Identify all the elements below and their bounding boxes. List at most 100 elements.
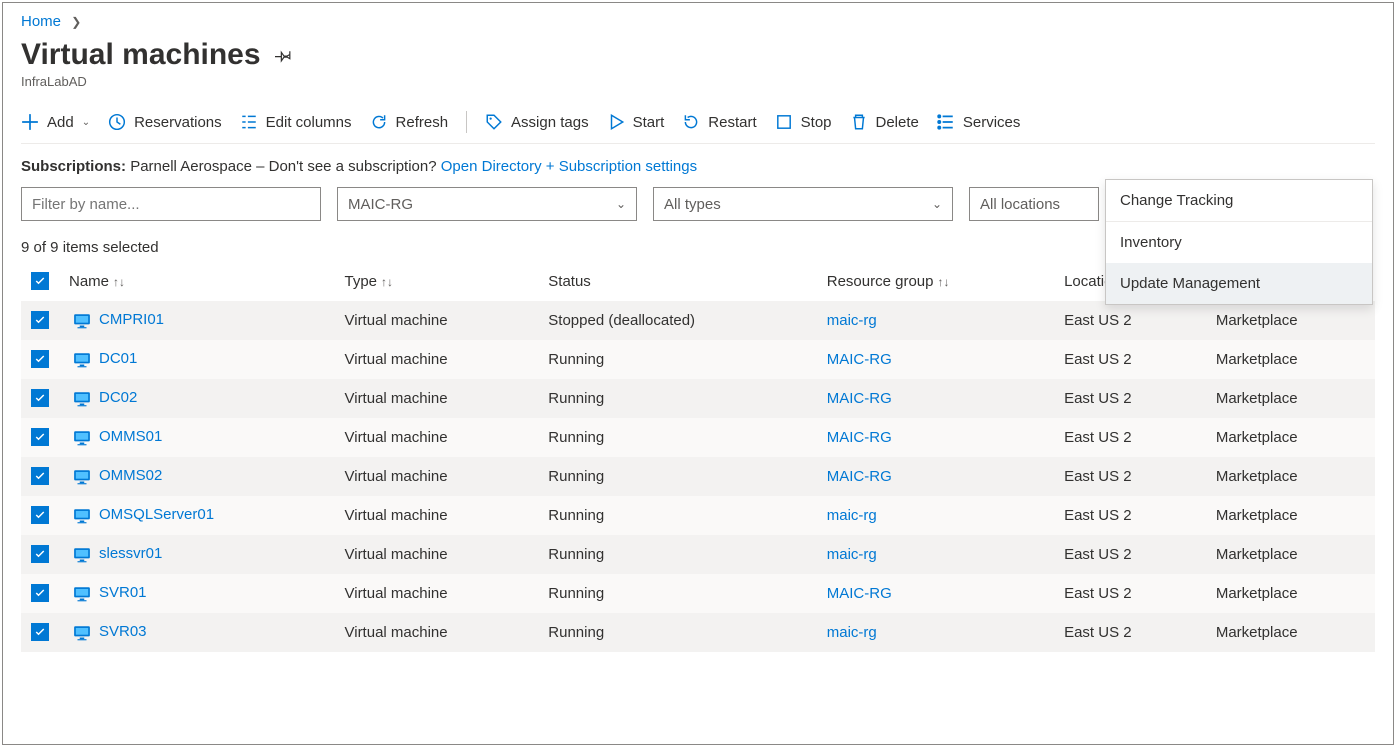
row-checkbox[interactable] — [31, 467, 49, 485]
cell-status: Running — [540, 496, 818, 535]
row-checkbox[interactable] — [31, 311, 49, 329]
assign-tags-button[interactable]: Assign tags — [485, 113, 589, 131]
vm-name-link[interactable]: OMSQLServer01 — [99, 506, 214, 523]
reservations-button[interactable]: Reservations — [108, 113, 222, 131]
menu-update-management[interactable]: Update Management — [1106, 263, 1372, 304]
breadcrumb-home[interactable]: Home — [21, 13, 61, 30]
table-row[interactable]: OMSQLServer01Virtual machineRunningmaic-… — [21, 496, 1375, 535]
col-type[interactable]: Type↑↓ — [337, 264, 541, 301]
vm-icon — [73, 546, 91, 564]
row-checkbox[interactable] — [31, 506, 49, 524]
stop-icon — [775, 113, 793, 131]
resource-group-link[interactable]: maic-rg — [827, 624, 877, 641]
delete-button[interactable]: Delete — [850, 113, 919, 131]
cell-type: Virtual machine — [337, 340, 541, 379]
cell-location: East US 2 — [1056, 379, 1208, 418]
services-button[interactable]: Services — [937, 113, 1021, 131]
cell-status: Running — [540, 613, 818, 652]
type-filter[interactable]: All types⌄ — [653, 187, 953, 221]
row-checkbox[interactable] — [31, 584, 49, 602]
row-checkbox[interactable] — [31, 545, 49, 563]
subscriptions-link[interactable]: Open Directory + Subscription settings — [441, 158, 697, 175]
resource-group-link[interactable]: maic-rg — [827, 546, 877, 563]
vm-name-link[interactable]: SVR03 — [99, 623, 147, 640]
edit-columns-button[interactable]: Edit columns — [240, 113, 352, 131]
menu-inventory[interactable]: Inventory — [1106, 222, 1372, 263]
table-row[interactable]: DC02Virtual machineRunningMAIC-RGEast US… — [21, 379, 1375, 418]
table-row[interactable]: SVR01 Virtual machineRunning MAIC-RG East U… — [21, 574, 1375, 613]
cell-location: East US 2 — [1056, 418, 1208, 457]
refresh-label: Refresh — [396, 114, 449, 131]
row-checkbox[interactable] — [31, 389, 49, 407]
resource-group-link[interactable]: MAIC-RG — [827, 390, 892, 407]
stop-label: Stop — [801, 114, 832, 131]
select-all-checkbox[interactable] — [31, 272, 49, 290]
rg-filter-value: MAIC-RG — [348, 196, 413, 213]
name-filter-input[interactable] — [21, 187, 321, 221]
restart-icon — [682, 113, 700, 131]
cell-type: Virtual machine — [337, 379, 541, 418]
col-rg[interactable]: Resource group↑↓ — [819, 264, 1056, 301]
vm-name-link[interactable]: OMMS01 — [99, 428, 162, 445]
cell-location: East US 2 — [1056, 574, 1208, 613]
refresh-button[interactable]: Refresh — [370, 113, 449, 131]
resource-group-filter[interactable]: MAIC-RG⌄ — [337, 187, 637, 221]
sort-icon: ↑↓ — [381, 275, 393, 289]
menu-change-tracking[interactable]: Change Tracking — [1106, 180, 1372, 222]
cell-status: Running — [540, 574, 818, 613]
resource-group-link[interactable]: MAIC-RG — [827, 468, 892, 485]
subscriptions-label: Subscriptions: — [21, 158, 126, 175]
table-row[interactable]: OMMS01Virtual machineRunningMAIC-RGEast … — [21, 418, 1375, 457]
cell-source: Marketplace — [1208, 457, 1375, 496]
cell-status: Stopped (deallocated) — [540, 301, 818, 340]
add-label: Add — [47, 114, 74, 131]
stop-button[interactable]: Stop — [775, 113, 832, 131]
pin-icon[interactable] — [275, 46, 293, 64]
toolbar-divider — [466, 111, 467, 133]
col-name[interactable]: Name↑↓ — [61, 264, 337, 301]
cell-type: Virtual machine — [337, 613, 541, 652]
table-row[interactable]: OMMS02Virtual machineRunningMAIC-RGEast … — [21, 457, 1375, 496]
cell-source: Marketplace — [1208, 340, 1375, 379]
sort-icon: ↑↓ — [113, 275, 125, 289]
vm-name-link[interactable]: DC02 — [99, 389, 137, 406]
vm-icon — [73, 390, 91, 408]
vm-table: Name↑↓ Type↑↓ Status Resource group↑↓ Lo… — [21, 264, 1375, 652]
cell-status: Running — [540, 535, 818, 574]
vm-icon — [73, 585, 91, 603]
resource-group-link[interactable]: maic-rg — [827, 507, 877, 524]
vm-name-link[interactable]: CMPRI01 — [99, 311, 164, 328]
resource-group-link[interactable]: MAIC-RG — [827, 429, 892, 446]
table-row[interactable]: DC01Virtual machineRunningMAIC-RGEast US… — [21, 340, 1375, 379]
toolbar: Add ⌄ Reservations Edit columns Refresh … — [21, 111, 1375, 144]
row-checkbox[interactable] — [31, 350, 49, 368]
vm-name-link[interactable]: OMMS02 — [99, 467, 162, 484]
table-row[interactable]: CMPRI01Virtual machineStopped (deallocat… — [21, 301, 1375, 340]
col-status[interactable]: Status — [540, 264, 818, 301]
cell-source: Marketplace — [1208, 301, 1375, 340]
vm-name-link[interactable]: SVR01 — [99, 584, 147, 601]
location-filter[interactable]: All locations — [969, 187, 1099, 221]
plus-icon — [21, 113, 39, 131]
add-button[interactable]: Add ⌄ — [21, 113, 90, 131]
cell-type: Virtual machine — [337, 574, 541, 613]
vm-name-link[interactable]: DC01 — [99, 350, 137, 367]
resource-group-link[interactable]: maic-rg — [827, 312, 877, 329]
subscriptions-text: Parnell Aerospace – Don't see a subscrip… — [130, 158, 436, 175]
subscriptions-bar: Subscriptions: Parnell Aerospace – Don't… — [21, 158, 1375, 175]
resource-group-link[interactable]: MAIC-RG — [827, 351, 892, 368]
type-filter-value: All types — [664, 196, 721, 213]
vm-name-link[interactable]: slessvr01 — [99, 545, 162, 562]
row-checkbox[interactable] — [31, 428, 49, 446]
cell-location: East US 2 — [1056, 613, 1208, 652]
start-button[interactable]: Start — [607, 113, 665, 131]
resource-group-link[interactable]: MAIC-RG — [827, 585, 892, 602]
table-row[interactable]: slessvr01Virtual machineRunningmaic-rgEa… — [21, 535, 1375, 574]
cell-type: Virtual machine — [337, 535, 541, 574]
cell-location: East US 2 — [1056, 340, 1208, 379]
columns-icon — [240, 113, 258, 131]
cell-status: Running — [540, 457, 818, 496]
row-checkbox[interactable] — [31, 623, 49, 641]
table-row[interactable]: SVR03 Virtual machineRunning maic-rg East U… — [21, 613, 1375, 652]
restart-button[interactable]: Restart — [682, 113, 756, 131]
